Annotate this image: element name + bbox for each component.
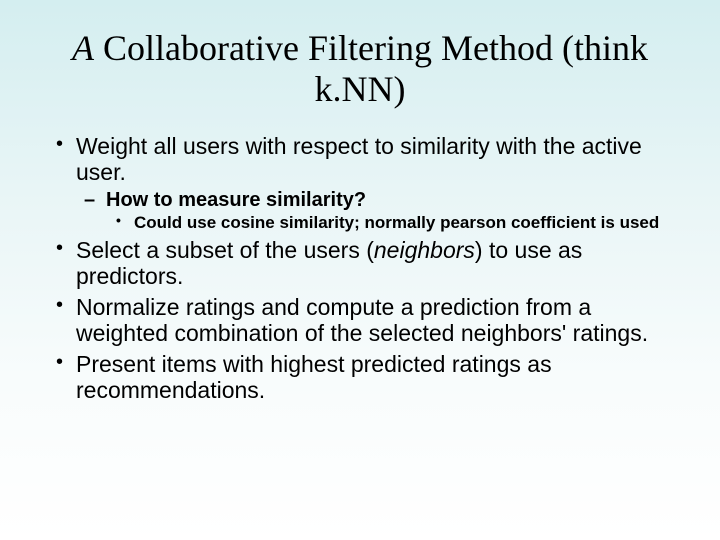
bullet-1-sub-sub: Could use cosine similarity; normally pe…: [106, 212, 670, 233]
slide-title: A Collaborative Filtering Method (think …: [50, 28, 670, 111]
bullet-4: Present items with highest predicted rat…: [50, 351, 670, 404]
bullet-3: Normalize ratings and compute a predicti…: [50, 294, 670, 347]
title-rest: Collaborative Filtering Method (think k.…: [94, 28, 648, 109]
bullet-2-em: neighbors: [374, 237, 475, 263]
bullet-4-text: Present items with highest predicted rat…: [76, 351, 552, 403]
title-prefix: A: [72, 28, 94, 68]
bullet-1: Weight all users with respect to similar…: [50, 133, 670, 233]
bullet-list: Weight all users with respect to similar…: [50, 133, 670, 404]
bullet-1-sub: How to measure similarity? Could use cos…: [76, 188, 670, 233]
bullet-1-sub-sub-text: Could use cosine similarity; normally pe…: [134, 213, 659, 232]
slide: A Collaborative Filtering Method (think …: [0, 0, 720, 540]
bullet-1-sub-text: How to measure similarity?: [106, 189, 366, 211]
bullet-2: Select a subset of the users (neighbors)…: [50, 237, 670, 290]
bullet-3-text: Normalize ratings and compute a predicti…: [76, 294, 648, 346]
bullet-2-pre: Select a subset of the users (: [76, 237, 374, 263]
bullet-1-sub-sublist: Could use cosine similarity; normally pe…: [106, 212, 670, 233]
bullet-1-text: Weight all users with respect to similar…: [76, 133, 642, 185]
bullet-1-sublist: How to measure similarity? Could use cos…: [76, 188, 670, 233]
